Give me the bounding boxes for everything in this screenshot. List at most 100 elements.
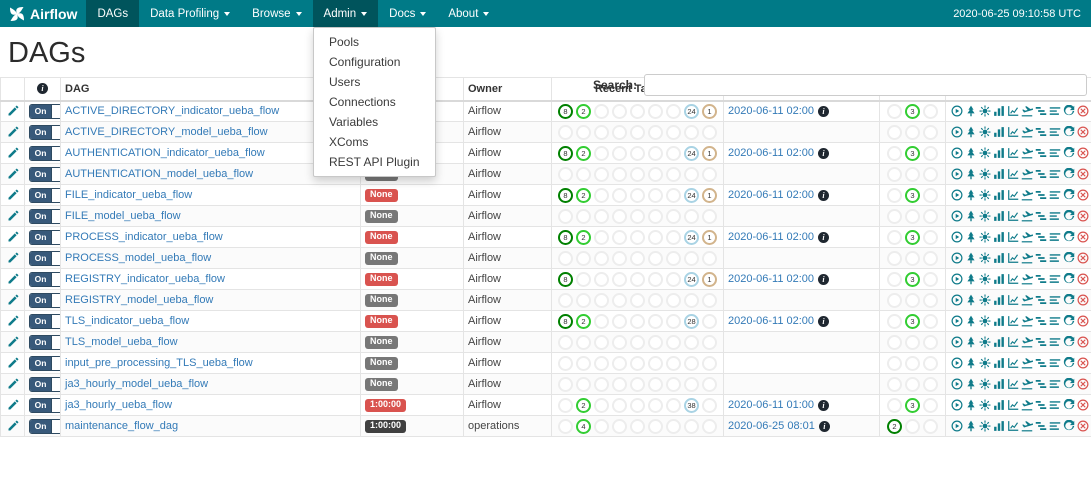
- dag-toggle[interactable]: On: [29, 293, 61, 308]
- trigger-dag-icon[interactable]: [951, 294, 963, 306]
- trigger-dag-icon[interactable]: [951, 168, 963, 180]
- tree-view-icon[interactable]: [965, 168, 977, 180]
- task-duration-icon[interactable]: [993, 126, 1005, 138]
- recent-task-count-running[interactable]: 4: [576, 419, 591, 434]
- nav-item-admin[interactable]: Admin: [313, 0, 379, 27]
- admin-menu-item-connections[interactable]: Connections: [314, 92, 435, 112]
- dag-link[interactable]: FILE_model_ueba_flow: [65, 210, 181, 222]
- admin-menu-item-users[interactable]: Users: [314, 72, 435, 92]
- dag-run-count-running[interactable]: 3: [905, 146, 920, 161]
- admin-menu-item-variables[interactable]: Variables: [314, 112, 435, 132]
- dag-run-count-running[interactable]: 3: [905, 272, 920, 287]
- task-tries-icon[interactable]: [1007, 357, 1019, 369]
- delete-dag-icon[interactable]: [1077, 378, 1089, 390]
- code-view-icon[interactable]: [1049, 357, 1061, 369]
- landing-times-icon[interactable]: [1021, 399, 1033, 411]
- dag-edit-icon[interactable]: [7, 105, 19, 117]
- gantt-view-icon[interactable]: [1035, 420, 1047, 432]
- delete-dag-icon[interactable]: [1077, 126, 1089, 138]
- task-tries-icon[interactable]: [1007, 105, 1019, 117]
- dag-link[interactable]: ja3_hourly_model_ueba_flow: [65, 378, 208, 390]
- landing-times-icon[interactable]: [1021, 294, 1033, 306]
- tree-view-icon[interactable]: [965, 147, 977, 159]
- gantt-view-icon[interactable]: [1035, 378, 1047, 390]
- trigger-dag-icon[interactable]: [951, 420, 963, 432]
- refresh-dag-icon[interactable]: [1063, 105, 1075, 117]
- task-duration-icon[interactable]: [993, 105, 1005, 117]
- dag-edit-icon[interactable]: [7, 189, 19, 201]
- gantt-view-icon[interactable]: [1035, 168, 1047, 180]
- dag-link[interactable]: REGISTRY_model_ueba_flow: [65, 294, 213, 306]
- dag-toggle[interactable]: On: [29, 419, 61, 434]
- delete-dag-icon[interactable]: [1077, 294, 1089, 306]
- task-tries-icon[interactable]: [1007, 273, 1019, 285]
- tree-view-icon[interactable]: [965, 126, 977, 138]
- code-view-icon[interactable]: [1049, 273, 1061, 285]
- landing-times-icon[interactable]: [1021, 273, 1033, 285]
- gantt-view-icon[interactable]: [1035, 126, 1047, 138]
- admin-menu-item-xcoms[interactable]: XComs: [314, 132, 435, 152]
- landing-times-icon[interactable]: [1021, 231, 1033, 243]
- airflow-brand[interactable]: Airflow: [0, 0, 86, 27]
- landing-times-icon[interactable]: [1021, 357, 1033, 369]
- task-tries-icon[interactable]: [1007, 189, 1019, 201]
- nav-item-about[interactable]: About: [437, 0, 500, 27]
- gantt-view-icon[interactable]: [1035, 315, 1047, 327]
- trigger-dag-icon[interactable]: [951, 105, 963, 117]
- dag-edit-icon[interactable]: [7, 336, 19, 348]
- recent-task-count-scheduled[interactable]: 1: [702, 230, 717, 245]
- dag-edit-icon[interactable]: [7, 126, 19, 138]
- dag-edit-icon[interactable]: [7, 378, 19, 390]
- recent-task-count-running[interactable]: 2: [576, 188, 591, 203]
- gantt-view-icon[interactable]: [1035, 273, 1047, 285]
- admin-menu-item-rest-api-plugin[interactable]: REST API Plugin: [314, 152, 435, 172]
- task-tries-icon[interactable]: [1007, 210, 1019, 222]
- gantt-view-icon[interactable]: [1035, 399, 1047, 411]
- task-tries-icon[interactable]: [1007, 126, 1019, 138]
- dag-link[interactable]: TLS_model_ueba_flow: [65, 336, 178, 348]
- trigger-dag-icon[interactable]: [951, 273, 963, 285]
- last-run-link[interactable]: 2020-06-11 01:00: [728, 399, 814, 411]
- landing-times-icon[interactable]: [1021, 189, 1033, 201]
- dag-toggle[interactable]: On: [29, 104, 61, 119]
- admin-menu-item-pools[interactable]: Pools: [314, 32, 435, 52]
- recent-task-count-running[interactable]: 2: [576, 104, 591, 119]
- delete-dag-icon[interactable]: [1077, 357, 1089, 369]
- task-duration-icon[interactable]: [993, 189, 1005, 201]
- code-view-icon[interactable]: [1049, 315, 1061, 327]
- refresh-dag-icon[interactable]: [1063, 168, 1075, 180]
- last-run-link[interactable]: 2020-06-25 08:01: [728, 420, 815, 432]
- admin-menu-item-configuration[interactable]: Configuration: [314, 52, 435, 72]
- trigger-dag-icon[interactable]: [951, 252, 963, 264]
- graph-view-icon[interactable]: [979, 273, 991, 285]
- landing-times-icon[interactable]: [1021, 315, 1033, 327]
- dag-edit-icon[interactable]: [7, 147, 19, 159]
- code-view-icon[interactable]: [1049, 231, 1061, 243]
- dag-link[interactable]: PROCESS_model_ueba_flow: [65, 252, 211, 264]
- trigger-dag-icon[interactable]: [951, 126, 963, 138]
- refresh-dag-icon[interactable]: [1063, 294, 1075, 306]
- code-view-icon[interactable]: [1049, 168, 1061, 180]
- refresh-dag-icon[interactable]: [1063, 126, 1075, 138]
- tree-view-icon[interactable]: [965, 378, 977, 390]
- dag-run-count-success[interactable]: 2: [887, 419, 902, 434]
- dag-link[interactable]: AUTHENTICATION_model_ueba_flow: [65, 168, 253, 180]
- task-duration-icon[interactable]: [993, 252, 1005, 264]
- dag-edit-icon[interactable]: [7, 315, 19, 327]
- dag-toggle[interactable]: On: [29, 398, 61, 413]
- dag-toggle[interactable]: On: [29, 188, 61, 203]
- trigger-dag-icon[interactable]: [951, 336, 963, 348]
- tree-view-icon[interactable]: [965, 420, 977, 432]
- dag-toggle[interactable]: On: [29, 230, 61, 245]
- recent-task-count-success[interactable]: 8: [558, 104, 573, 119]
- task-tries-icon[interactable]: [1007, 252, 1019, 264]
- graph-view-icon[interactable]: [979, 126, 991, 138]
- nav-item-dags[interactable]: DAGs: [86, 0, 139, 27]
- delete-dag-icon[interactable]: [1077, 273, 1089, 285]
- landing-times-icon[interactable]: [1021, 336, 1033, 348]
- recent-task-count-none[interactable]: 24: [684, 188, 699, 203]
- trigger-dag-icon[interactable]: [951, 357, 963, 369]
- code-view-icon[interactable]: [1049, 252, 1061, 264]
- gantt-view-icon[interactable]: [1035, 231, 1047, 243]
- dag-toggle[interactable]: On: [29, 209, 61, 224]
